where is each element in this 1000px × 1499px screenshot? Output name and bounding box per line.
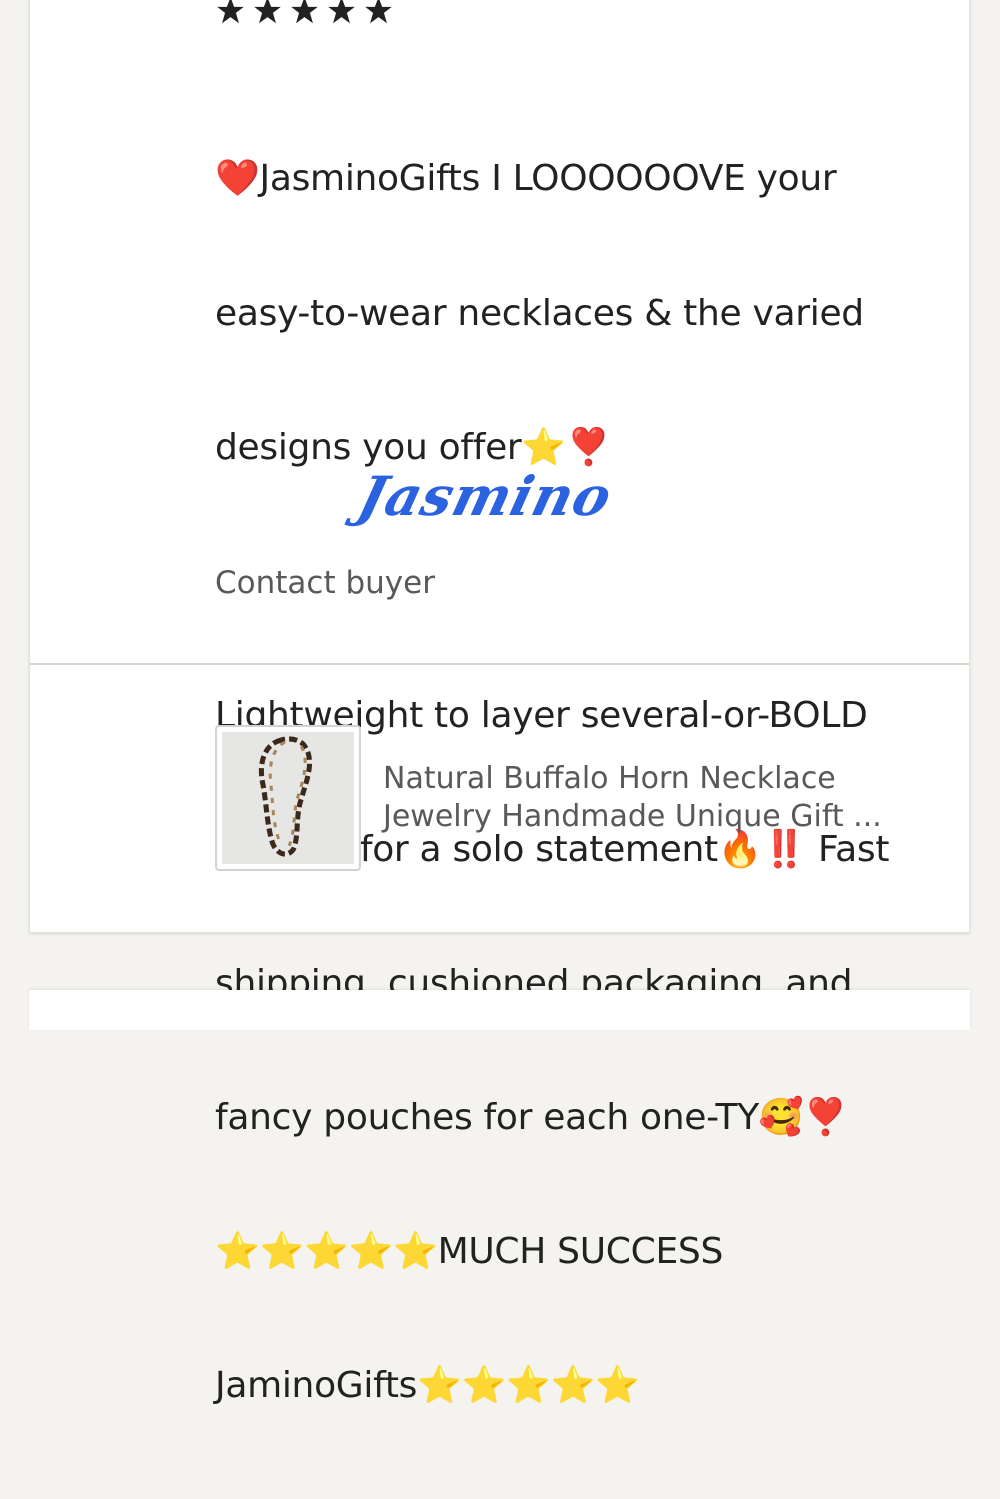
review-card: ❤️JasminoGifts I LOOOOOOVE your easy-to-… (29, 0, 970, 1406)
star-icon (217, 0, 244, 24)
contact-buyer-link[interactable]: Contact buyer (215, 565, 435, 601)
review-text-line: designs you offer⭐❣️ (215, 426, 611, 468)
listing-link[interactable]: Natural Buffalo Horn Necklace Jewelry Ha… (215, 725, 933, 871)
review-text-line: JaminoGifts⭐⭐⭐⭐⭐ (215, 1365, 640, 1407)
listing-thumbnail[interactable] (215, 725, 361, 871)
next-review-card (29, 990, 970, 1030)
necklace-photo-icon (222, 732, 354, 864)
star-rating (216, 0, 393, 25)
star-icon (328, 0, 355, 24)
star-icon (365, 0, 392, 24)
listing-title[interactable]: Natural Buffalo Horn Necklace Jewelry Ha… (383, 760, 933, 836)
star-icon (254, 0, 281, 24)
review-text-line: easy-to-wear necklaces & the varied (215, 292, 864, 334)
review-text-line: ❤️JasminoGifts I LOOOOOOVE your (215, 158, 837, 200)
divider (30, 663, 969, 665)
review-text-line: ⭐⭐⭐⭐⭐MUCH SUCCESS (215, 1231, 724, 1273)
star-icon (291, 0, 318, 24)
review-text-line: fancy pouches for each one-TY🥰❣️ (215, 1097, 848, 1139)
